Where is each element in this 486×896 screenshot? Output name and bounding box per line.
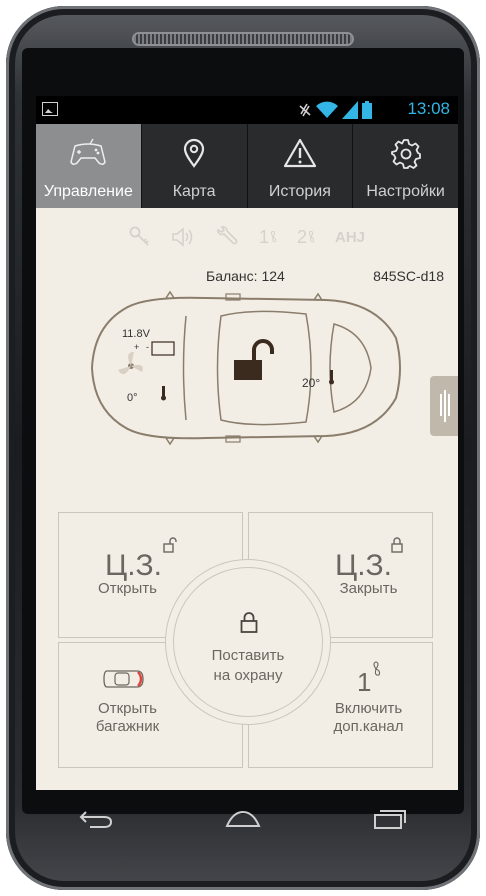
fan-icon: [309, 231, 315, 243]
car-diagram: [90, 290, 401, 446]
ignition-key-icon: [129, 226, 151, 248]
balance-text: Баланс: 124: [206, 268, 285, 284]
home-icon: [225, 810, 261, 827]
channel2-indicator: 2: [297, 226, 315, 248]
tab-history[interactable]: История: [248, 124, 354, 208]
channel-number: 1: [357, 667, 372, 697]
tab-label: История: [268, 183, 331, 200]
home-button[interactable]: [213, 799, 273, 839]
battery-minus: -: [146, 342, 149, 352]
warning-icon: [283, 138, 317, 173]
back-button[interactable]: [66, 799, 126, 839]
sound-icon: [171, 226, 195, 248]
gear-icon: [390, 138, 422, 175]
lock-icon: [240, 612, 258, 633]
channel2-number: 2: [296, 226, 307, 247]
recent-apps-button[interactable]: [360, 799, 420, 839]
side-drawer-handle[interactable]: [430, 376, 458, 436]
control-panel: Ц.З. Открыть Ц.З. Закрыть Открыть багажн…: [58, 512, 436, 772]
app-screen: 13:08 Управление Карта История Настройки: [36, 96, 458, 790]
lock-icon: [391, 537, 403, 553]
status-icons: [298, 100, 372, 120]
arm-label-line2: на охрану: [213, 667, 283, 684]
channel1-indicator: 1: [259, 226, 277, 248]
fan-icon: [118, 352, 143, 375]
central-lock-abbr: Ц.З.: [335, 549, 392, 582]
fan-icon: [373, 661, 381, 676]
battery-icon: [362, 101, 372, 119]
tab-label: Управление: [43, 183, 133, 200]
tab-map[interactable]: Карта: [142, 124, 248, 208]
trunk-car-icon: [103, 670, 144, 688]
tab-control[interactable]: Управление: [36, 124, 142, 208]
cabin-temp: 20°: [302, 376, 321, 390]
central-lock-abbr: Ц.З.: [105, 549, 162, 582]
speaker-grille: [134, 34, 352, 44]
tab-bar: Управление Карта История Настройки: [36, 124, 458, 208]
status-bar: 13:08: [36, 96, 458, 124]
android-nav-bar: [22, 790, 464, 848]
thermometer-icon: [161, 386, 166, 401]
service-wrench-icon: [215, 226, 239, 248]
channel-label-line2: доп.канал: [333, 718, 404, 735]
ahj-indicator: AHJ: [335, 228, 366, 246]
back-icon: [79, 811, 112, 828]
channel1-number: 1: [258, 226, 269, 247]
map-pin-icon: [182, 138, 206, 173]
arm-label-line1: Поставить: [211, 647, 285, 664]
signal-icon: [342, 101, 358, 119]
gamepad-icon: [69, 138, 107, 173]
status-indicators: 1 2 AHJ: [36, 226, 458, 248]
unlocked-lock-icon: [234, 339, 274, 380]
unlock-icon: [163, 537, 177, 553]
tab-label: Настройки: [366, 183, 445, 200]
clock: 13:08: [407, 99, 450, 118]
wifi-icon: [316, 101, 338, 118]
arm-alarm-button[interactable]: Поставить на охрану: [173, 567, 323, 717]
image-notification-icon: [42, 102, 58, 116]
mute-icon: [299, 103, 311, 117]
battery-plus: +: [134, 342, 140, 352]
tab-settings[interactable]: Настройки: [353, 124, 458, 208]
device-id: 845SC-d18: [373, 268, 444, 284]
recent-apps-icon: [374, 810, 407, 829]
fan-icon: [270, 231, 277, 243]
battery-voltage: 11.8V: [122, 328, 150, 340]
trunk-label-line2: багажник: [95, 718, 160, 735]
engine-temp: 0°: [127, 392, 138, 404]
tab-label: Карта: [172, 183, 216, 200]
